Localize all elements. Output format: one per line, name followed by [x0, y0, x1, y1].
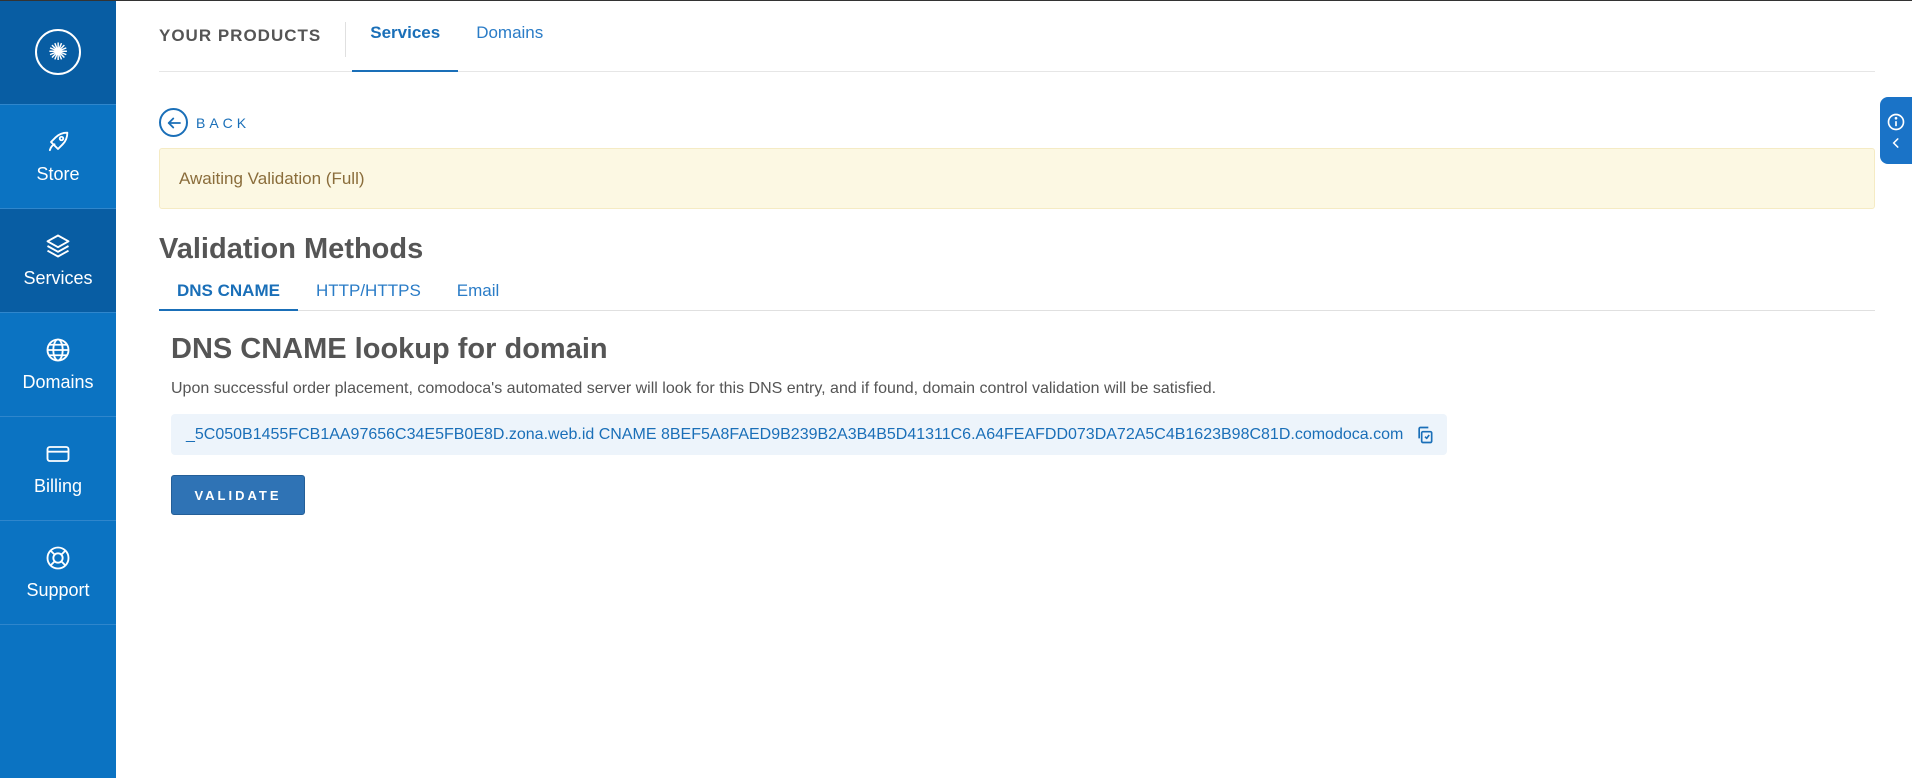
- credit-card-icon: [46, 446, 70, 462]
- lifebuoy-icon: [46, 546, 70, 570]
- validation-methods-heading: Validation Methods: [159, 233, 424, 265]
- top-border: [0, 0, 1912, 1]
- arrow-left-icon: [159, 108, 188, 137]
- tab-http-https[interactable]: HTTP/HTTPS: [298, 276, 439, 310]
- tab-email[interactable]: Email: [439, 276, 518, 310]
- logo-emblem-icon: ✺: [35, 29, 81, 75]
- products-header: YOUR PRODUCTS Services Domains: [159, 0, 1875, 72]
- info-icon: [1887, 113, 1905, 130]
- back-button[interactable]: BACK: [159, 108, 269, 137]
- panel-title: DNS CNAME lookup for domain: [171, 333, 608, 365]
- cname-record: _5C050B1455FCB1AA97656C34E5FB0E8D.zona.w…: [171, 414, 1448, 455]
- sidebar-item-label: Billing: [33, 476, 83, 496]
- cname-record-text: _5C050B1455FCB1AA97656C34E5FB0E8D.zona.w…: [186, 425, 1404, 443]
- sidebar-item-label: Domains: [22, 372, 94, 392]
- globe-icon: [46, 338, 70, 362]
- validate-button[interactable]: VALIDATE: [171, 475, 305, 515]
- chevron-left-icon: [1892, 137, 1899, 148]
- header-divider: [345, 22, 347, 57]
- dns-cname-panel: DNS CNAME lookup for domain Upon success…: [159, 333, 1875, 515]
- info-panel-toggle[interactable]: [1880, 97, 1912, 164]
- status-alert: Awaiting Validation (Full): [159, 148, 1875, 209]
- rocket-icon: [48, 131, 69, 152]
- copy-icon[interactable]: [1415, 425, 1435, 445]
- sidebar-item-label: Support: [26, 580, 90, 600]
- tab-services[interactable]: Services: [352, 0, 459, 72]
- sidebar-item-domains[interactable]: Domains: [0, 313, 116, 417]
- sidebar: ✺ Store Services Domains Billing Support: [0, 0, 116, 778]
- tab-dns-cname[interactable]: DNS CNAME: [159, 276, 298, 311]
- sidebar-item-label: Store: [36, 164, 80, 184]
- panel-description: Upon successful order placement, comodoc…: [171, 380, 1217, 397]
- sidebar-item-label: Services: [23, 268, 93, 288]
- tab-domains[interactable]: Domains: [458, 0, 561, 71]
- logo[interactable]: ✺: [0, 0, 116, 105]
- validation-method-tabs: DNS CNAME HTTP/HTTPS Email: [159, 276, 1875, 311]
- main-content: YOUR PRODUCTS Services Domains BACK Awai…: [159, 0, 1875, 515]
- sidebar-item-services[interactable]: Services: [0, 209, 116, 313]
- sidebar-item-billing[interactable]: Billing: [0, 417, 116, 521]
- layers-icon: [46, 234, 70, 258]
- back-label: BACK: [196, 114, 251, 131]
- page-title: YOUR PRODUCTS: [159, 25, 322, 45]
- sidebar-item-store[interactable]: Store: [0, 105, 116, 209]
- sidebar-item-support[interactable]: Support: [0, 521, 116, 625]
